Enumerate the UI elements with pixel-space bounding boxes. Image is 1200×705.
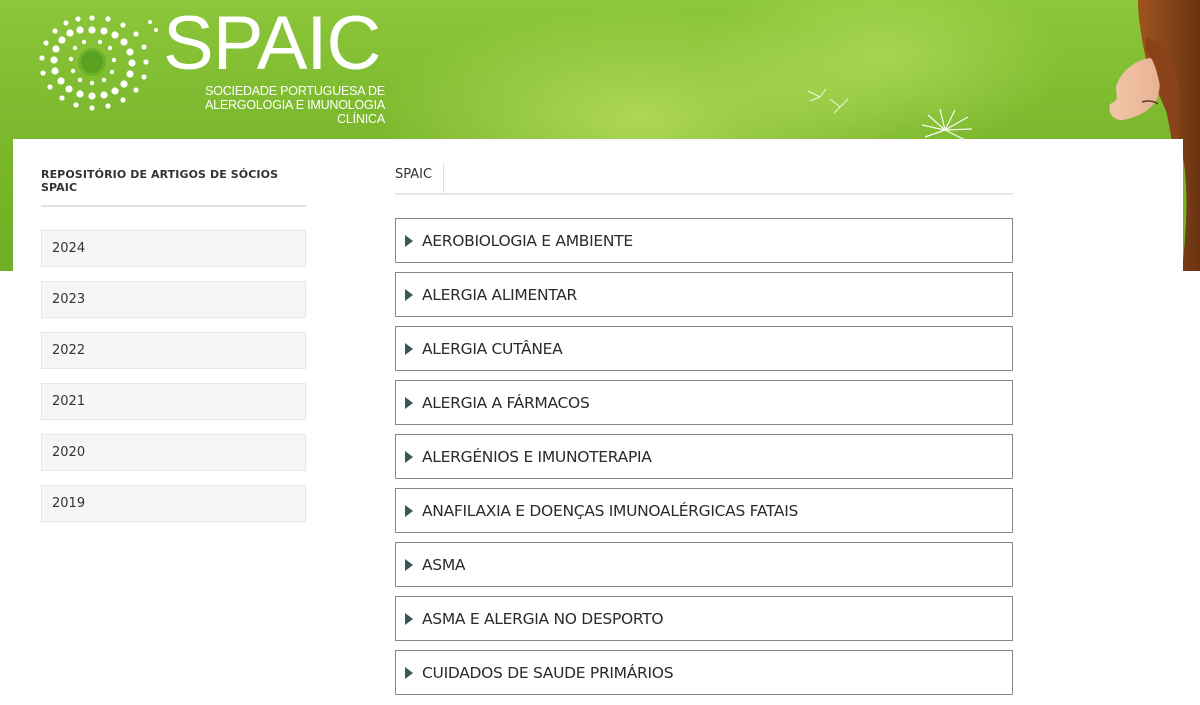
caret-right-icon xyxy=(405,504,413,517)
year-item-2021[interactable]: 2021 xyxy=(41,383,306,420)
caret-right-icon xyxy=(405,396,413,409)
sidebar-title: REPOSITÓRIO DE ARTIGOS DE SÓCIOS SPAIC xyxy=(41,168,306,207)
accordion-item[interactable]: ALERGIA A FÁRMACOS xyxy=(395,380,1013,425)
year-item-2020[interactable]: 2020 xyxy=(41,434,306,471)
caret-right-icon xyxy=(405,450,413,463)
logo-wordmark: SPAIC xyxy=(163,1,381,86)
logo-subtitle-line1: SOCIEDADE PORTUGUESA DE xyxy=(205,84,385,98)
dandelion-seeds-decoration xyxy=(807,88,973,141)
accordion-item[interactable]: AEROBIOLOGIA E AMBIENTE xyxy=(395,218,1013,263)
year-item-2022[interactable]: 2022 xyxy=(41,332,306,369)
accordion-item-label: AEROBIOLOGIA E AMBIENTE xyxy=(422,231,633,250)
accordion-item-label: ANAFILAXIA E DOENÇAS IMUNOALÉRGICAS FATA… xyxy=(422,501,798,520)
category-accordion: AEROBIOLOGIA E AMBIENTE ALERGIA ALIMENTA… xyxy=(395,218,1013,695)
accordion-item-label: ASMA E ALERGIA NO DESPORTO xyxy=(422,609,664,628)
accordion-item[interactable]: ASMA xyxy=(395,542,1013,587)
sidebar: REPOSITÓRIO DE ARTIGOS DE SÓCIOS SPAIC 2… xyxy=(41,168,306,536)
accordion-item[interactable]: CUIDADOS DE SAUDE PRIMÁRIOS xyxy=(395,650,1013,695)
accordion-item-label: ALERGÉNIOS E IMUNOTERAPIA xyxy=(422,447,652,466)
accordion-item-label: ALERGIA ALIMENTAR xyxy=(422,285,578,304)
caret-right-icon xyxy=(405,558,413,571)
accordion-item[interactable]: ALERGIA ALIMENTAR xyxy=(395,272,1013,317)
logo-subtitle: SOCIEDADE PORTUGUESA DE ALERGOLOGIA E IM… xyxy=(165,84,385,126)
caret-right-icon xyxy=(405,288,413,301)
dotted-ring-logo-icon xyxy=(39,15,158,111)
year-list: 2024 2023 2022 2021 2020 2019 xyxy=(41,230,306,522)
accordion-item[interactable]: ASMA E ALERGIA NO DESPORTO xyxy=(395,596,1013,641)
main-content: SPAIC AEROBIOLOGIA E AMBIENTE ALERGIA AL… xyxy=(395,160,1013,704)
logo-subtitle-line2: ALERGOLOGIA E IMUNOLOGIA CLÍNICA xyxy=(205,98,385,126)
tab-bar: SPAIC xyxy=(395,160,1013,195)
caret-right-icon xyxy=(405,234,413,247)
year-item-2019[interactable]: 2019 xyxy=(41,485,306,522)
accordion-item[interactable]: ALERGIA CUTÂNEA xyxy=(395,326,1013,371)
caret-right-icon xyxy=(405,342,413,355)
tab-spaic[interactable]: SPAIC xyxy=(395,163,445,193)
accordion-item-label: ALERGIA A FÁRMACOS xyxy=(422,393,590,412)
caret-right-icon xyxy=(405,666,413,679)
spaic-logo[interactable]: SPAIC SOCIEDADE PORTUGUESA DE ALERGOLOGI… xyxy=(38,6,388,126)
accordion-item-label: ASMA xyxy=(422,555,466,574)
accordion-item-label: ALERGIA CUTÂNEA xyxy=(422,339,563,358)
accordion-item[interactable]: ALERGÉNIOS E IMUNOTERAPIA xyxy=(395,434,1013,479)
accordion-item[interactable]: ANAFILAXIA E DOENÇAS IMUNOALÉRGICAS FATA… xyxy=(395,488,1013,533)
year-item-2023[interactable]: 2023 xyxy=(41,281,306,318)
year-item-2024[interactable]: 2024 xyxy=(41,230,306,267)
caret-right-icon xyxy=(405,612,413,625)
accordion-item-label: CUIDADOS DE SAUDE PRIMÁRIOS xyxy=(422,663,674,682)
